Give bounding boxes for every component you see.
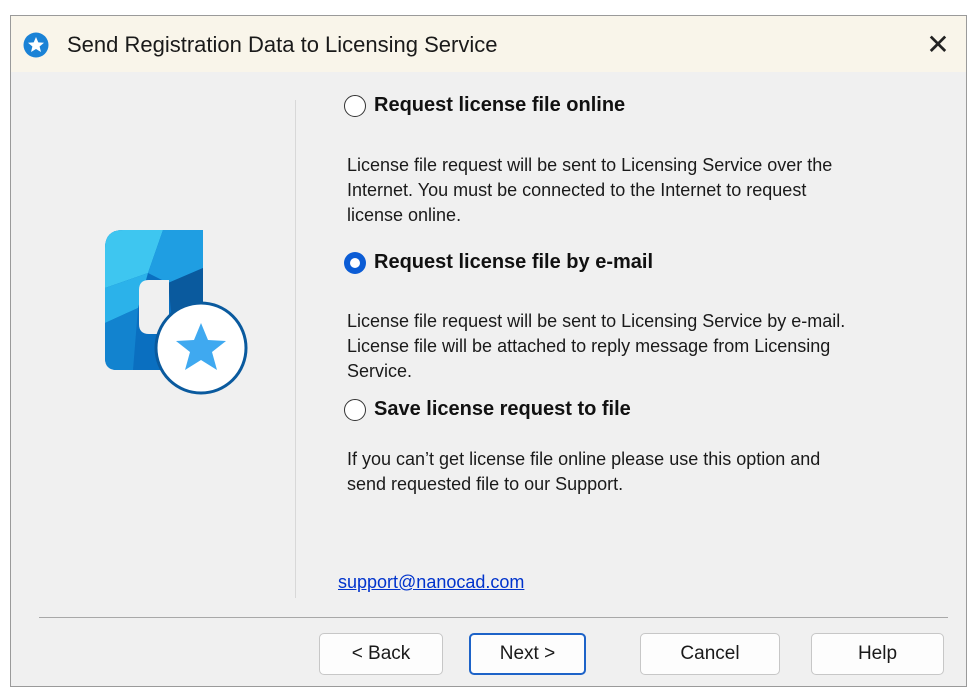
- option-save-file-description: If you can’t get license file online ple…: [347, 447, 937, 497]
- option-save-file-label: Save license request to file: [374, 398, 631, 420]
- option-email-radio[interactable]: Request license file by e-mail: [344, 251, 653, 274]
- close-icon: ✕: [926, 28, 950, 60]
- description-line: If you can’t get license file online ple…: [347, 449, 821, 469]
- support-email-link[interactable]: support@nanocad.com: [338, 572, 524, 593]
- description-line: send requested file to our Support.: [347, 474, 624, 494]
- close-button[interactable]: ✕: [910, 16, 966, 72]
- option-email-label: Request license file by e-mail: [374, 251, 653, 273]
- option-email-description: License file request will be sent to Lic…: [347, 309, 937, 384]
- nanocad-license-logo-icon: [105, 230, 248, 395]
- window-title: Send Registration Data to Licensing Serv…: [67, 32, 498, 57]
- radio-unchecked-icon: [344, 94, 366, 117]
- option-online-description: License file request will be sent to Lic…: [347, 153, 937, 228]
- radio-unchecked-icon: [344, 398, 366, 421]
- description-line: License file will be attached to reply m…: [347, 336, 831, 356]
- dialog-window: Send Registration Data to Licensing Serv…: [10, 15, 967, 687]
- description-line: license online.: [347, 205, 462, 225]
- cancel-button[interactable]: Cancel: [640, 633, 780, 675]
- option-save-file-radio[interactable]: Save license request to file: [344, 398, 631, 421]
- description-line: License file request will be sent to Lic…: [347, 155, 833, 175]
- back-button[interactable]: < Back: [319, 633, 443, 675]
- description-line: Service.: [347, 361, 413, 381]
- next-button[interactable]: Next >: [469, 633, 586, 675]
- description-line: License file request will be sent to Lic…: [347, 311, 846, 331]
- app-star-icon: [23, 32, 49, 58]
- help-button[interactable]: Help: [811, 633, 944, 675]
- radio-checked-icon: [344, 251, 366, 274]
- description-line: Internet. You must be connected to the I…: [347, 180, 807, 200]
- vertical-divider: [295, 100, 296, 598]
- option-online-radio[interactable]: Request license file online: [344, 94, 625, 117]
- option-online-label: Request license file online: [374, 94, 626, 116]
- title-bar: Send Registration Data to Licensing Serv…: [11, 16, 966, 72]
- horizontal-divider: [39, 617, 948, 618]
